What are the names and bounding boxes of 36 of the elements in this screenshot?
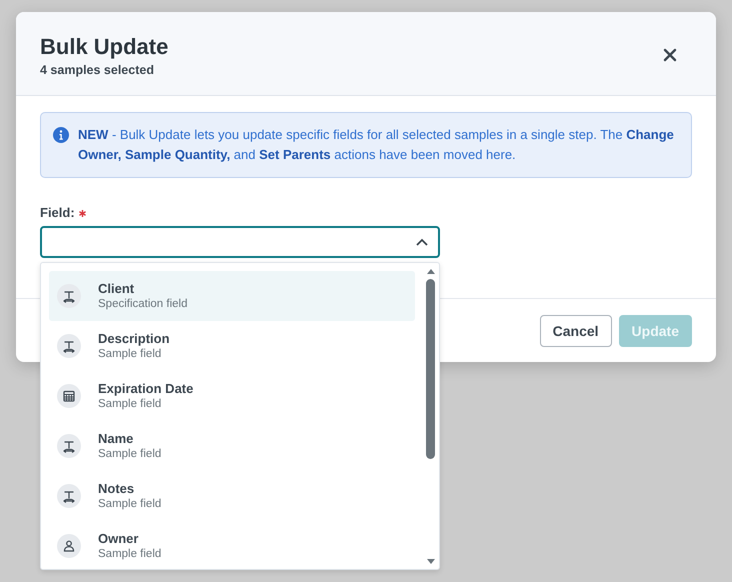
option-type: Sample field <box>98 447 162 462</box>
option-type: Sample field <box>98 397 162 412</box>
scroll-up-icon[interactable] <box>426 267 436 275</box>
text-field-icon <box>57 334 81 358</box>
person-icon <box>57 534 81 558</box>
scrollbar-thumb[interactable] <box>426 279 435 459</box>
close-icon <box>663 48 677 62</box>
scroll-down-icon[interactable] <box>426 558 436 566</box>
calendar-icon <box>57 384 81 408</box>
option-label: Description <box>98 330 170 347</box>
field-select[interactable] <box>40 226 440 258</box>
text-field-icon <box>57 284 81 308</box>
cancel-button[interactable]: Cancel <box>540 314 612 346</box>
option-type: Sample field <box>98 547 162 562</box>
option-type: Sample field <box>98 497 162 512</box>
option-label: Expiration Date <box>98 380 194 397</box>
option-type: Specification field <box>98 297 188 312</box>
text-field-icon <box>57 434 81 458</box>
dropdown-option[interactable]: Name Sample field <box>49 421 415 471</box>
option-label: Owner <box>98 530 140 547</box>
option-label: Name <box>98 430 134 447</box>
field-label: Field: <box>40 205 75 220</box>
option-label: Client <box>98 280 136 297</box>
dropdown-option[interactable]: Client Specification field <box>49 271 415 321</box>
dropdown-option[interactable]: Expiration Date Sample field <box>49 371 415 421</box>
option-type: Sample field <box>98 347 162 362</box>
dialog-title: Bulk Update <box>40 34 168 60</box>
option-label: Notes <box>98 480 136 497</box>
info-icon <box>53 127 69 143</box>
dialog-subtitle: 4 samples selected <box>40 63 155 77</box>
dropdown-option[interactable]: Notes Sample field <box>49 471 415 521</box>
dropdown-option[interactable]: Description Sample field <box>49 321 415 371</box>
chevron-icon <box>415 237 429 247</box>
info-message: NEW - Bulk Update lets you update specific fields for all selected samples in a single step. The Change Owner, Sample Quantity, and Set Parents actions have been moved here. <box>78 126 675 164</box>
text-field-icon <box>57 484 81 508</box>
dropdown-option[interactable]: Owner Sample field <box>49 521 415 569</box>
